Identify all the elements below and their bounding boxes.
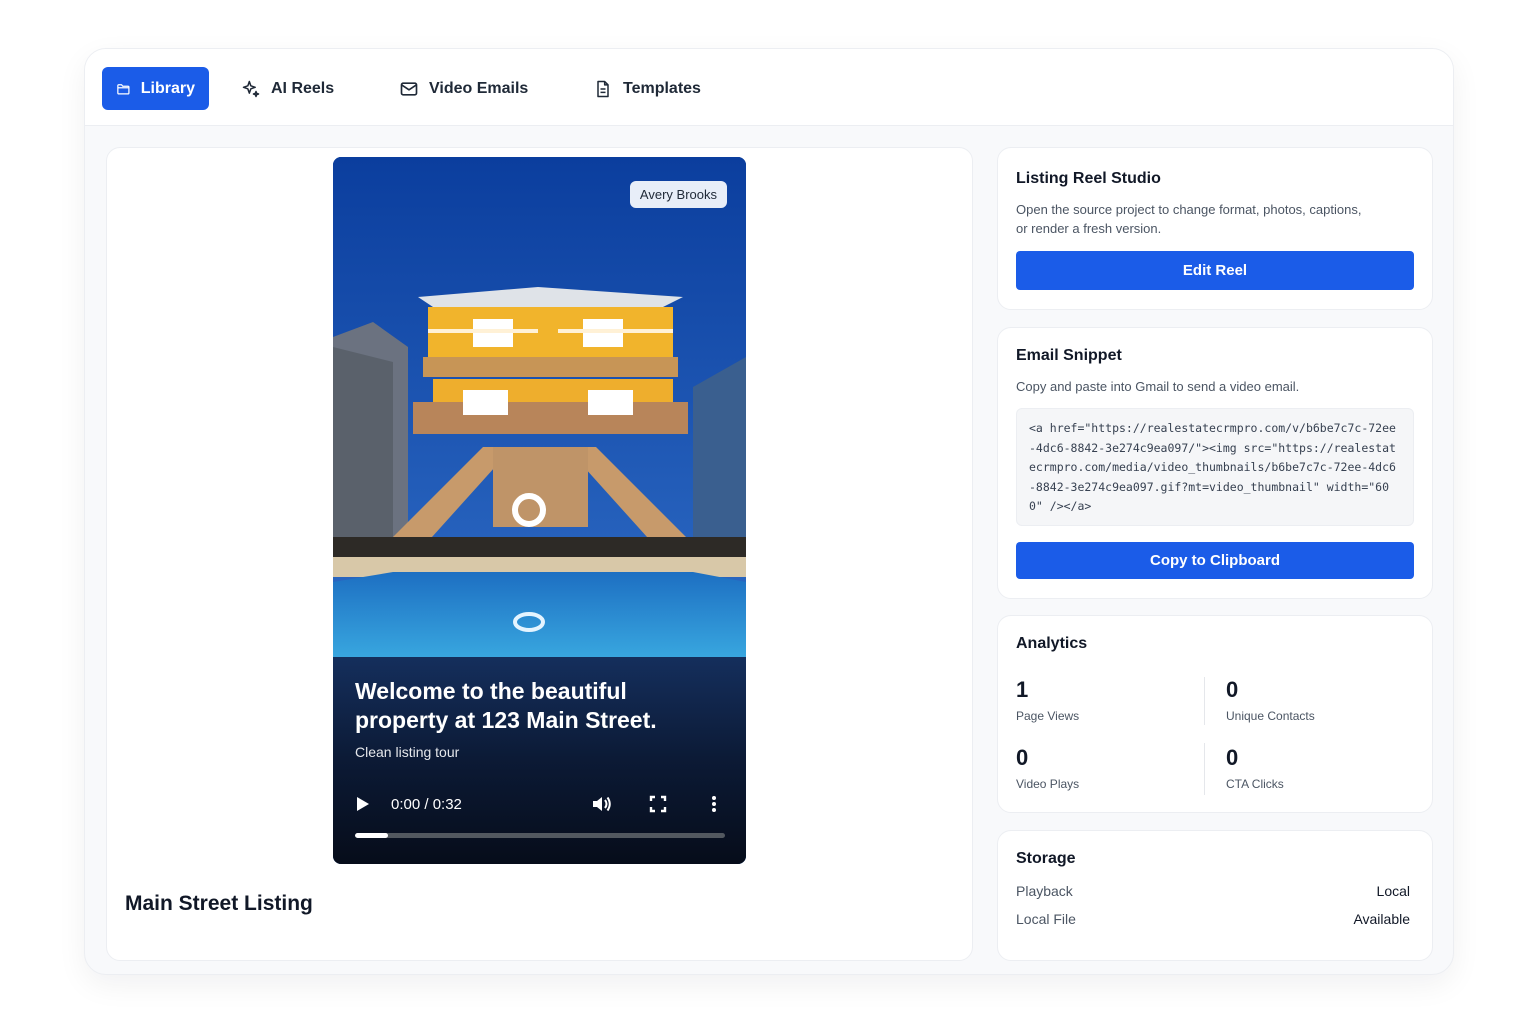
- stat-value: 1: [1016, 677, 1029, 702]
- storage-row-playback: Playback Local: [1016, 883, 1410, 899]
- stat-unique-contacts: 0 Unique Contacts: [1226, 677, 1315, 723]
- edit-reel-button[interactable]: Edit Reel: [1016, 251, 1414, 290]
- copy-to-clipboard-button[interactable]: Copy to Clipboard: [1016, 542, 1414, 579]
- video-time: 0:00 / 0:32: [391, 795, 462, 813]
- video-progress-fill: [355, 833, 389, 838]
- tab-library-label: Library: [140, 79, 195, 97]
- agent-badge: Avery Brooks: [629, 181, 727, 208]
- storage-card: Storage Playback Local Local File Availa…: [997, 830, 1433, 961]
- storage-value: Local: [1376, 883, 1410, 899]
- tab-video-emails[interactable]: Video Emails: [385, 67, 542, 110]
- stat-value: 0: [1016, 745, 1029, 770]
- tab-ai-reels[interactable]: AI Reels: [227, 67, 348, 110]
- analytics-title: Analytics: [1016, 635, 1088, 652]
- tab-templates[interactable]: Templates: [579, 67, 715, 110]
- stat-value: 0: [1226, 745, 1239, 770]
- reel-studio-title: Listing Reel Studio: [1016, 170, 1161, 187]
- stat-video-plays: 0 Video Plays: [1016, 745, 1079, 791]
- caption-subtitle: Clean listing tour: [355, 744, 460, 760]
- storage-key: Local File: [1016, 911, 1076, 927]
- email-snippet-code[interactable]: <a href="https://realestatecrmpro.com/v/…: [1016, 408, 1414, 526]
- more-options-icon[interactable]: [703, 793, 725, 815]
- play-icon[interactable]: [355, 795, 373, 813]
- storage-value: Available: [1353, 911, 1410, 927]
- analytics-card: Analytics 1 Page Views 0 Unique Contacts…: [997, 615, 1433, 813]
- tab-ai-reels-label: AI Reels: [271, 79, 335, 97]
- folder-icon: [117, 83, 130, 95]
- fullscreen-icon[interactable]: [647, 793, 669, 815]
- storage-key: Playback: [1016, 883, 1073, 899]
- tab-templates-label: Templates: [623, 79, 701, 97]
- top-navigation: Library AI Reels Video Emails Templates: [85, 49, 1453, 126]
- listing-reel-studio-card: Listing Reel Studio Open the source proj…: [997, 147, 1433, 310]
- stat-label: CTA Clicks: [1226, 777, 1284, 791]
- stat-label: Page Views: [1016, 709, 1080, 723]
- volume-icon[interactable]: [591, 793, 613, 815]
- stat-label: Unique Contacts: [1226, 709, 1315, 723]
- email-snippet-title: Email Snippet: [1016, 347, 1122, 364]
- video-progress-bar[interactable]: [355, 833, 725, 838]
- reel-studio-description: Open the source project to change format…: [1016, 202, 1362, 236]
- mail-icon: [400, 81, 418, 96]
- email-snippet-card: Email Snippet Copy and paste into Gmail …: [997, 327, 1433, 599]
- stat-value: 0: [1226, 677, 1239, 702]
- app-window: Library AI Reels Video Emails Templates: [84, 48, 1454, 975]
- sparkles-icon: [242, 80, 260, 97]
- video-controls: 0:00 / 0:32: [355, 792, 725, 816]
- video-overlay: Welcome to the beautiful property at 123…: [333, 657, 746, 864]
- email-snippet-description: Copy and paste into Gmail to send a vide…: [1016, 379, 1300, 394]
- stat-label: Video Plays: [1016, 777, 1080, 791]
- tab-library[interactable]: Library: [102, 67, 209, 110]
- video-preview-card: Avery Brooks Welcome to the beautiful pr…: [106, 147, 973, 961]
- caption-title: Welcome to the beautiful property at 123…: [355, 678, 657, 733]
- stat-divider: [1204, 677, 1205, 725]
- listing-title: Main Street Listing: [125, 892, 313, 915]
- storage-row-local-file: Local File Available: [1016, 911, 1410, 927]
- stat-divider: [1204, 743, 1205, 795]
- video-player[interactable]: Avery Brooks Welcome to the beautiful pr…: [333, 157, 746, 864]
- tab-video-emails-label: Video Emails: [429, 79, 529, 97]
- document-icon: [597, 80, 609, 97]
- stat-cta-clicks: 0 CTA Clicks: [1226, 745, 1284, 791]
- stat-page-views: 1 Page Views: [1016, 677, 1079, 723]
- storage-title: Storage: [1016, 850, 1076, 867]
